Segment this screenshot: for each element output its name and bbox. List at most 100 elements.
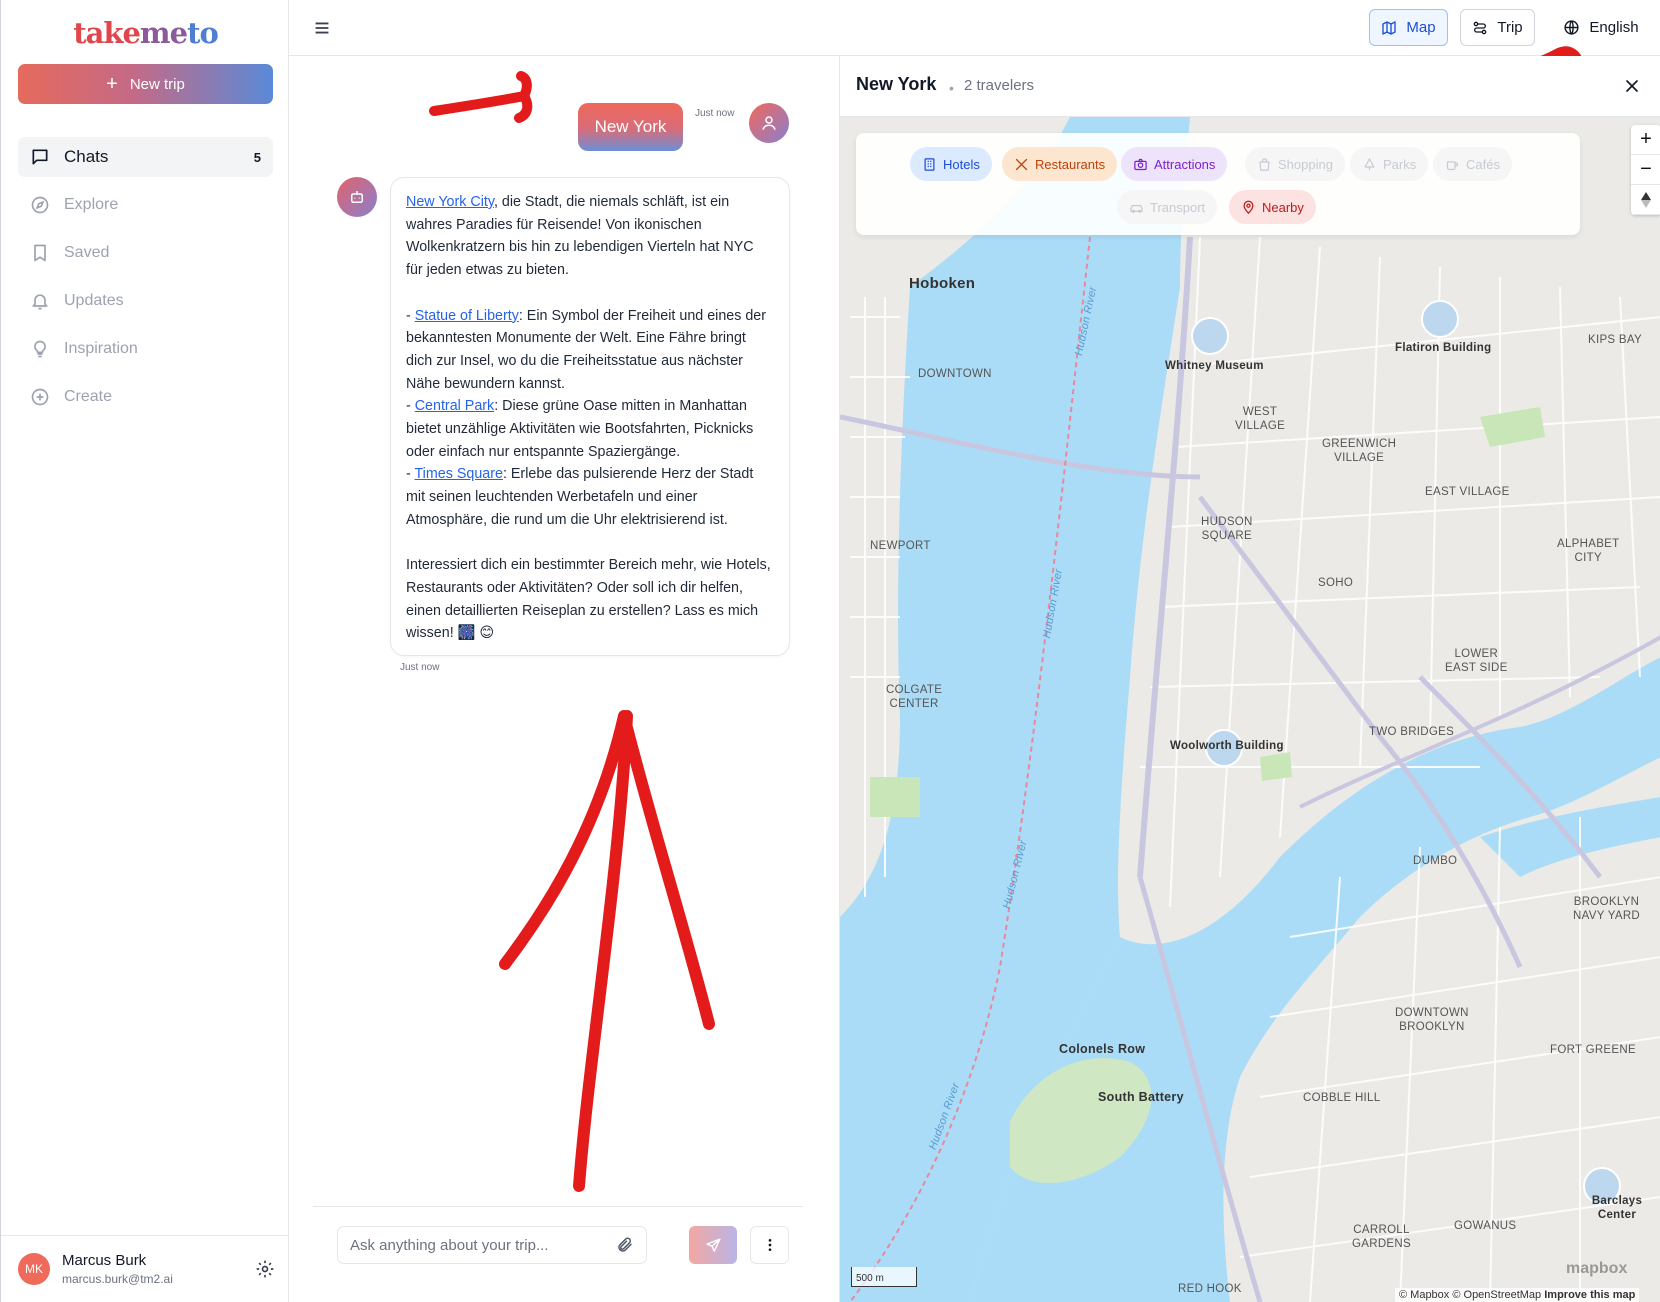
compass-reset-button[interactable] [1631, 185, 1660, 215]
filter-chip-restaurants[interactable]: Restaurants [1002, 147, 1118, 181]
close-icon[interactable] [1622, 76, 1642, 96]
send-button[interactable] [689, 1226, 737, 1264]
mapbox-logo[interactable]: mapbox [1566, 1260, 1627, 1278]
map-label: CARROLL GARDENS [1352, 1224, 1411, 1250]
coffee-icon [1446, 160, 1459, 170]
filter-chip-cafes[interactable]: Cafés [1433, 147, 1512, 181]
user-profile[interactable]: MK Marcus Burk marcus.burk@tm2.ai [1, 1235, 290, 1302]
user-avatar [749, 103, 789, 143]
sidebar-item-explore[interactable]: Explore [18, 185, 273, 225]
filter-chip-attractions[interactable]: Attractions [1121, 147, 1228, 181]
sidebar: takemeto + New trip Chats 5 Explore Save… [0, 0, 290, 1302]
paperclip-icon[interactable] [616, 1236, 634, 1254]
map-label: Whitney Museum [1165, 360, 1264, 372]
map-label: HUDSON SQUARE [1201, 516, 1253, 542]
map-label: Colonels Row [1059, 1042, 1146, 1056]
lightbulb-icon [34, 340, 46, 358]
sidebar-item-saved[interactable]: Saved [18, 233, 273, 273]
map-label: RED HOOK [1178, 1283, 1242, 1295]
map-icon [1382, 20, 1397, 35]
map-label: Hoboken [909, 275, 976, 292]
north-arrow-icon [1641, 191, 1651, 208]
route-icon [1474, 21, 1487, 34]
user-message-bubble: New York [578, 103, 683, 151]
map-toggle-button[interactable]: Map [1369, 9, 1448, 46]
filter-chip-parks[interactable]: Parks [1350, 147, 1429, 181]
link-central-park[interactable]: Central Park [415, 398, 494, 414]
sidebar-item-create[interactable]: Create [18, 377, 273, 417]
map-pin-icon [1243, 200, 1254, 214]
user-name: Marcus Burk [62, 1252, 147, 1269]
map-label: Flatiron Building [1395, 342, 1492, 354]
send-icon [705, 1237, 721, 1252]
map-label: GOWANUS [1454, 1220, 1517, 1232]
new-trip-label: New trip [129, 75, 185, 93]
improve-map-link[interactable]: Improve this map [1544, 1289, 1635, 1301]
map-label: DOWNTOWN [918, 368, 992, 380]
hamburger-menu-icon[interactable] [311, 17, 333, 39]
message-timestamp: Just now [400, 662, 440, 673]
shopping-bag-icon [1259, 157, 1270, 171]
map-attribution: © Mapbox © OpenStreetMap Improve this ma… [1395, 1288, 1640, 1302]
message-paragraph: New York City, die Stadt, die niemals sc… [406, 194, 754, 279]
zoom-in-button[interactable]: + [1631, 125, 1660, 155]
filter-chip-transport[interactable]: Transport [1117, 190, 1218, 224]
zoom-out-button[interactable]: − [1631, 155, 1660, 185]
top-bar: Map Trip English [289, 0, 1660, 56]
sidebar-item-chats[interactable]: Chats 5 [18, 137, 273, 177]
chat-input[interactable] [350, 1236, 616, 1254]
chat-panel: New York Just now New York City, die Sta… [289, 56, 839, 1302]
sidebar-item-updates[interactable]: Updates [18, 281, 273, 321]
filter-chip-shopping[interactable]: Shopping [1245, 147, 1345, 181]
zoom-controls: + − [1631, 125, 1660, 215]
trip-button-label: Trip [1497, 19, 1523, 36]
bell-icon [32, 294, 48, 310]
avatar: MK [18, 1253, 50, 1285]
robot-icon [351, 191, 363, 203]
map-title: New York [856, 74, 937, 94]
link-statue-of-liberty[interactable]: Statue of Liberty [415, 308, 519, 324]
title-separator: • [949, 80, 954, 96]
map-scale: 500 m [851, 1267, 917, 1287]
map-label: BROOKLYN NAVY YARD [1573, 896, 1641, 922]
filter-chip-nearby[interactable]: Nearby [1229, 190, 1316, 224]
language-selector[interactable]: English [1551, 9, 1651, 46]
composer-divider [313, 1206, 803, 1207]
map-label: EAST VILLAGE [1425, 486, 1510, 498]
link-new-york-city[interactable]: New York City [406, 194, 494, 210]
new-trip-button[interactable]: + New trip [18, 64, 273, 104]
map-header: New York • 2 travelers [840, 56, 1660, 117]
bookmark-icon [34, 244, 46, 262]
map-label: WEST VILLAGE [1235, 406, 1286, 432]
map-label: COLGATE CENTER [886, 684, 943, 710]
more-options-button[interactable] [750, 1226, 789, 1264]
map-canvas[interactable]: Hoboken DOWNTOWN Whitney Museum Flatiron… [840, 117, 1660, 1302]
sidebar-item-label: Explore [64, 196, 119, 213]
trip-toggle-button[interactable]: Trip [1460, 9, 1535, 46]
message-paragraph: Interessiert dich ein bestimmter Bereich… [406, 557, 771, 642]
map-label: Woolworth Building [1170, 740, 1284, 752]
sidebar-item-label: Saved [64, 244, 110, 261]
chats-count-badge: 5 [253, 149, 261, 165]
link-times-square[interactable]: Times Square [414, 466, 502, 482]
map-label: ALPHABET CITY [1557, 538, 1620, 564]
app-logo[interactable]: takemeto [1, 14, 290, 52]
language-label: English [1589, 19, 1639, 36]
map-label: KIPS BAY [1588, 334, 1642, 346]
message-timestamp: Just now [695, 108, 735, 119]
map-label: FORT GREENE [1550, 1044, 1636, 1056]
map-panel: New York • 2 travelers Hoboken DOWNTOWN … [839, 56, 1660, 1302]
assistant-message-bubble: New York City, die Stadt, die niemals sc… [390, 177, 790, 656]
map-tiles [840, 117, 1660, 1302]
map-label: SOHO [1318, 577, 1354, 589]
map-label: LOWER EAST SIDE [1445, 648, 1508, 674]
map-label: South Battery [1098, 1090, 1184, 1104]
gear-icon[interactable] [255, 1259, 275, 1279]
sidebar-item-inspiration[interactable]: Inspiration [18, 329, 273, 369]
sidebar-nav: Chats 5 Explore Saved Updates Inspiratio… [18, 137, 273, 425]
sidebar-item-label: Create [64, 388, 113, 405]
sidebar-item-label: Inspiration [64, 340, 138, 357]
map-label: Barclays Center [1591, 1195, 1643, 1221]
car-icon [1130, 204, 1143, 213]
filter-chip-hotels[interactable]: Hotels [910, 147, 992, 181]
